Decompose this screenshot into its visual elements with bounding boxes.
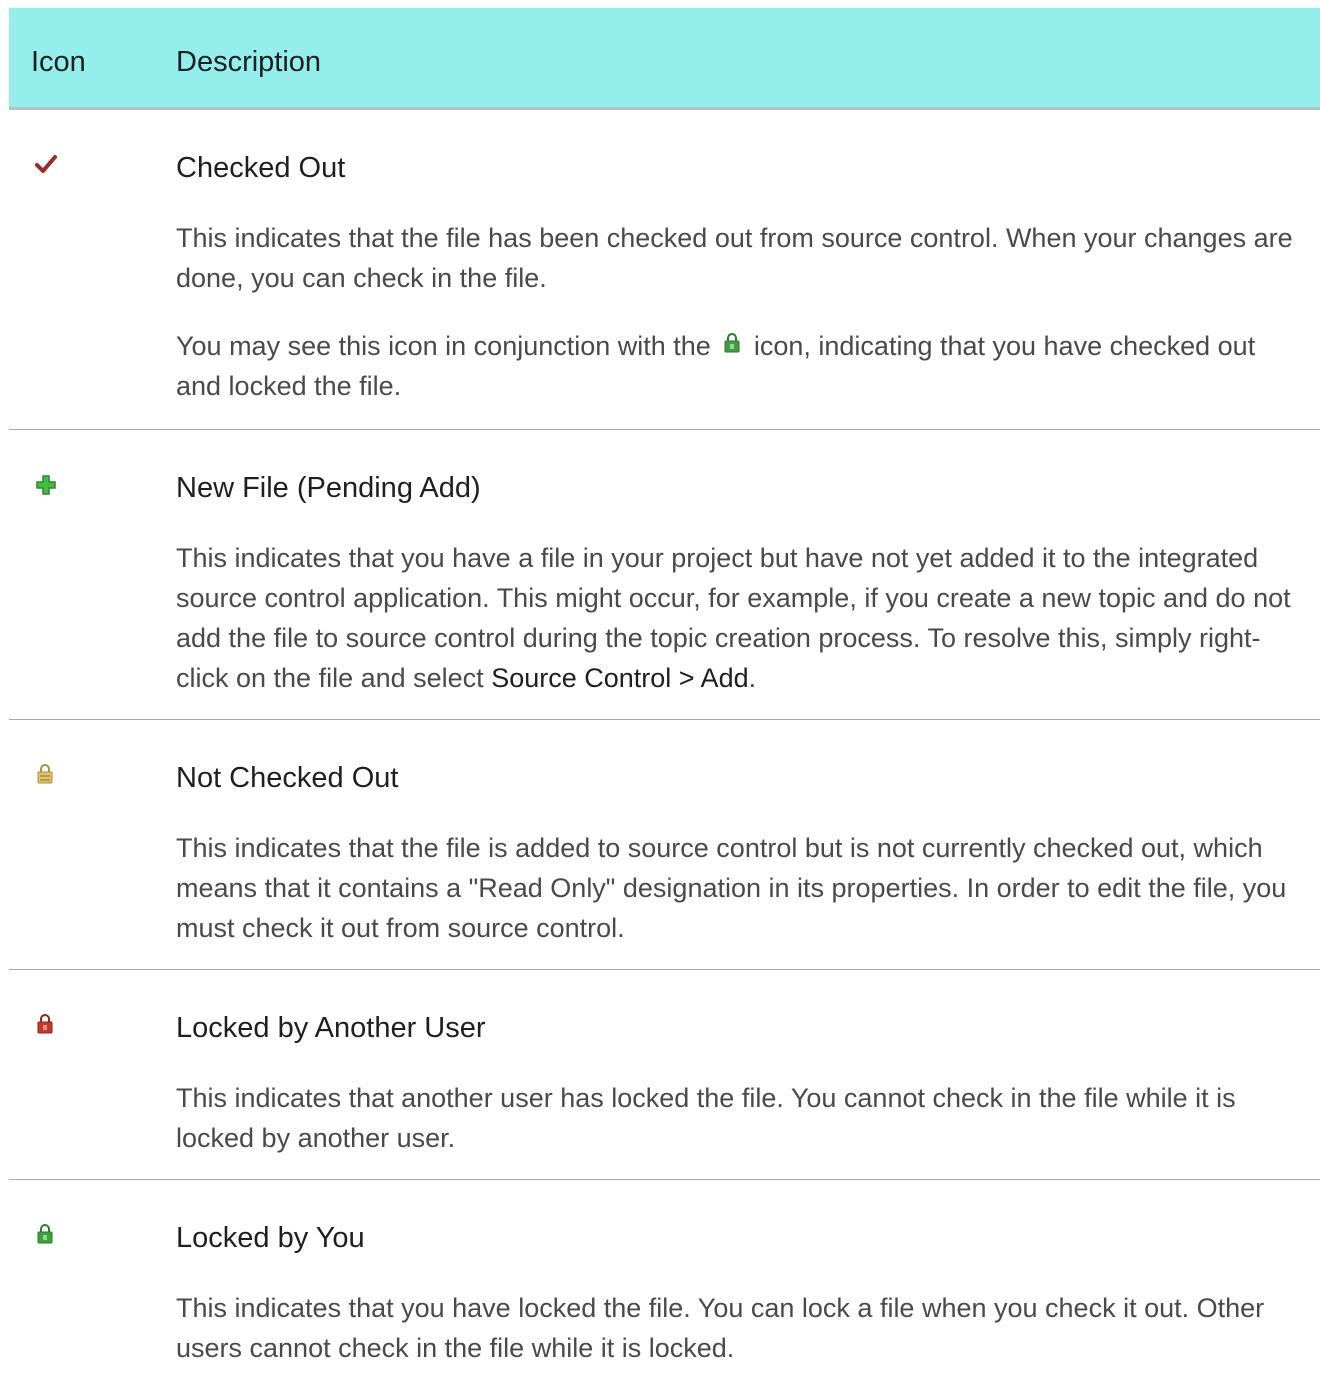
description-cell: Checked Out This indicates that the file… <box>176 150 1304 406</box>
table-header: Icon Description <box>9 8 1320 110</box>
row-title: New File (Pending Add) <box>176 472 481 504</box>
table-row-not-checked-out: Not Checked Out This indicates that the … <box>9 720 1320 970</box>
plus-icon <box>35 474 56 495</box>
row-note: You may see this icon in conjunction wit… <box>176 326 1304 406</box>
lock-red-icon <box>35 1014 55 1034</box>
description-cell: Locked by Another User This indicates th… <box>176 1010 1304 1158</box>
row-title: Not Checked Out <box>176 762 399 794</box>
table-row-new-file: New File (Pending Add) This indicates th… <box>9 430 1320 720</box>
description-cell: New File (Pending Add) This indicates th… <box>176 470 1304 698</box>
row-note-before: You may see this icon in conjunction wit… <box>176 331 711 361</box>
row-description: This indicates that you have a file in y… <box>176 538 1304 698</box>
lock-green-icon <box>722 333 742 353</box>
lock-green-icon <box>35 1224 55 1244</box>
row-description: This indicates that the file is added to… <box>176 833 1287 943</box>
menu-path: Source Control > Add <box>491 663 749 693</box>
table-row-locked-by-you: Locked by You This indicates that you ha… <box>9 1180 1320 1380</box>
description-cell: Not Checked Out This indicates that the … <box>176 760 1304 948</box>
checkmark-icon <box>35 154 57 174</box>
row-title: Locked by Another User <box>176 1012 486 1044</box>
table-row-checked-out: Checked Out This indicates that the file… <box>9 110 1320 430</box>
table-row-locked-by-another-user: Locked by Another User This indicates th… <box>9 970 1320 1180</box>
row-description: This indicates that the file has been ch… <box>176 223 1293 293</box>
header-description-column: Description <box>176 46 322 78</box>
row-title: Locked by You <box>176 1222 365 1254</box>
header-icon-column: Icon <box>31 46 86 78</box>
description-cell: Locked by You This indicates that you ha… <box>176 1220 1304 1368</box>
row-description: This indicates that you have locked the … <box>176 1293 1265 1363</box>
row-description-end: . <box>748 663 757 693</box>
lock-yellow-icon <box>35 764 55 784</box>
icon-description-table: Icon Description Checked Out This indica… <box>9 8 1320 1380</box>
row-description: This indicates that another user has loc… <box>176 1083 1236 1153</box>
row-title: Checked Out <box>176 152 346 184</box>
